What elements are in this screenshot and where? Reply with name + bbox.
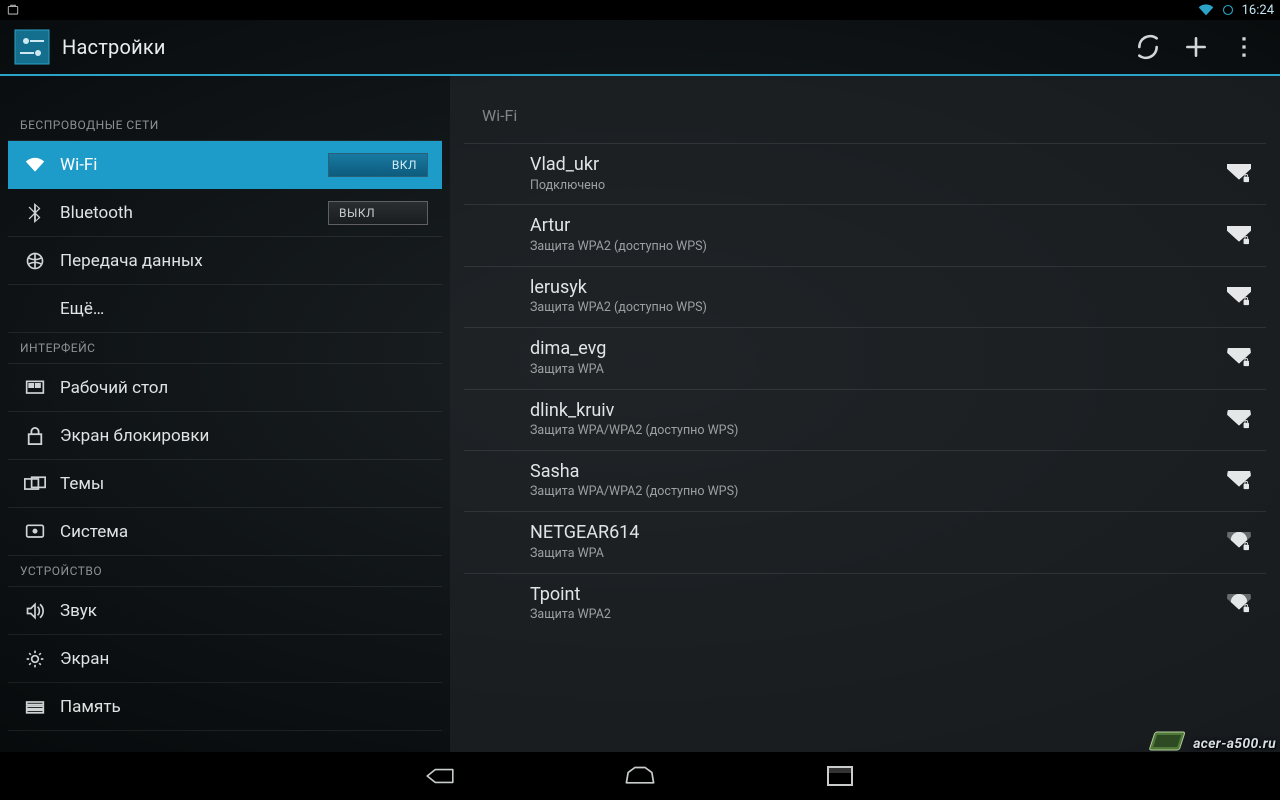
row-icon [22, 694, 48, 720]
home-button[interactable] [620, 756, 660, 796]
wifi-name: Sasha [530, 461, 1224, 484]
wifi-name: lerusyk [530, 277, 1224, 300]
setting-row-ещ-[interactable]: Ещё… [8, 285, 442, 333]
status-bar: 16:24 [0, 0, 1280, 20]
setting-row-память[interactable]: Память [8, 683, 442, 731]
wifi-network-row[interactable]: dima_evgЗащита WPA [464, 327, 1266, 388]
wifi-signal-icon [1224, 162, 1254, 186]
overflow-menu-button[interactable] [1220, 23, 1268, 71]
row-icon [22, 519, 48, 545]
toggle[interactable]: ВЫКЛ [328, 201, 428, 225]
battery-icon [1222, 4, 1234, 16]
wifi-name: dima_evg [530, 338, 1224, 361]
row-label: Передача данных [60, 251, 428, 271]
navigation-bar [0, 752, 1280, 800]
wifi-network-row[interactable]: Vlad_ukrПодключено [464, 143, 1266, 204]
wifi-sub: Защита WPA/WPA2 (доступно WPS) [530, 484, 1224, 501]
row-label: Wi-Fi [60, 155, 328, 175]
wifi-list: Vlad_ukrПодключеноArturЗащита WPA2 (дост… [460, 143, 1270, 634]
watermark-text: acer-a500.ru [1193, 736, 1276, 752]
wifi-network-row[interactable]: ArturЗащита WPA2 (доступно WPS) [464, 204, 1266, 265]
wifi-name: dlink_kruiv [530, 400, 1224, 423]
setting-row-экран-блокировки[interactable]: Экран блокировки [8, 412, 442, 460]
setting-row-рабочий-стол[interactable]: Рабочий стол [8, 364, 442, 412]
wifi-name: Artur [530, 215, 1224, 238]
wifi-sub: Защита WPA2 (доступно WPS) [530, 239, 1224, 256]
wifi-signal-icon [1224, 285, 1254, 309]
setting-row-система[interactable]: Система [8, 508, 442, 556]
wifi-name: NETGEAR614 [530, 522, 1224, 545]
clock: 16:24 [1242, 3, 1274, 18]
row-label: Темы [60, 474, 428, 494]
wifi-sub: Защита WPA/WPA2 (доступно WPS) [530, 423, 1224, 440]
row-icon [22, 248, 48, 274]
row-icon [22, 598, 48, 624]
wifi-network-row[interactable]: TpointЗащита WPA2 [464, 573, 1266, 634]
wifi-name: Tpoint [530, 584, 1224, 607]
pane-title: Wi-Fi [460, 76, 1270, 143]
row-icon [22, 471, 48, 497]
watermark: acer-a500.ru [1147, 726, 1276, 754]
detail-pane: Wi-Fi Vlad_ukrПодключеноArturЗащита WPA2… [450, 76, 1280, 752]
screenshot-icon [6, 3, 20, 17]
row-icon [22, 200, 48, 226]
row-label: Ещё… [60, 299, 428, 319]
section-header: УСТРОЙСТВО [8, 556, 442, 587]
toggle-label: ВКЛ [382, 158, 427, 172]
row-icon [22, 375, 48, 401]
row-icon [22, 152, 48, 178]
wifi-signal-icon [1224, 346, 1254, 370]
row-icon [22, 423, 48, 449]
wifi-network-row[interactable]: NETGEAR614Защита WPA [464, 511, 1266, 572]
wifi-signal-icon [1224, 224, 1254, 248]
wifi-sub: Защита WPA [530, 546, 1224, 563]
wifi-sub: Подключено [530, 178, 1224, 195]
wifi-sub: Защита WPA2 (доступно WPS) [530, 300, 1224, 317]
wifi-network-row[interactable]: SashaЗащита WPA/WPA2 (доступно WPS) [464, 450, 1266, 511]
row-icon [22, 296, 48, 322]
wifi-sub: Защита WPA [530, 362, 1224, 379]
row-label: Звук [60, 601, 428, 621]
setting-row-wi-fi[interactable]: Wi-Fi ВКЛ [8, 141, 442, 189]
toggle[interactable]: ВКЛ [328, 153, 428, 177]
wifi-name: Vlad_ukr [530, 154, 1224, 177]
setting-row-экран[interactable]: Экран [8, 635, 442, 683]
row-label: Система [60, 522, 428, 542]
section-header: БЕСПРОВОДНЫЕ СЕТИ [8, 110, 442, 141]
settings-sidebar: БЕСПРОВОДНЫЕ СЕТИ Wi-Fi ВКЛ BluetoothВЫКЛ Пе… [0, 76, 450, 752]
wifi-signal-icon [1224, 469, 1254, 493]
wps-button[interactable] [1124, 23, 1172, 71]
row-label: Память [60, 697, 428, 717]
wifi-signal-icon [1224, 530, 1254, 554]
setting-row-передача-данных[interactable]: Передача данных [8, 237, 442, 285]
app-icon [12, 27, 52, 67]
wifi-network-row[interactable]: lerusykЗащита WPA2 (доступно WPS) [464, 266, 1266, 327]
row-label: Рабочий стол [60, 378, 428, 398]
wifi-status-icon [1198, 4, 1214, 16]
setting-row-звук[interactable]: Звук [8, 587, 442, 635]
wifi-sub: Защита WPA2 [530, 607, 1224, 624]
wifi-signal-icon [1224, 592, 1254, 616]
setting-row-bluetooth[interactable]: BluetoothВЫКЛ [8, 189, 442, 237]
recents-button[interactable] [820, 756, 860, 796]
back-button[interactable] [420, 756, 460, 796]
row-label: Bluetooth [60, 203, 328, 223]
section-header: ИНТЕРФЕЙС [8, 333, 442, 364]
row-label: Экран блокировки [60, 426, 428, 446]
row-icon [22, 646, 48, 672]
row-label: Экран [60, 649, 428, 669]
add-network-button[interactable] [1172, 23, 1220, 71]
main-content: БЕСПРОВОДНЫЕ СЕТИ Wi-Fi ВКЛ BluetoothВЫКЛ Пе… [0, 76, 1280, 752]
wifi-network-row[interactable]: dlink_kruivЗащита WPA/WPA2 (доступно WPS… [464, 389, 1266, 450]
page-title: Настройки [62, 35, 166, 59]
setting-row-темы[interactable]: Темы [8, 460, 442, 508]
action-bar: Настройки [0, 20, 1280, 76]
toggle-label: ВЫКЛ [329, 206, 385, 220]
wifi-signal-icon [1224, 408, 1254, 432]
